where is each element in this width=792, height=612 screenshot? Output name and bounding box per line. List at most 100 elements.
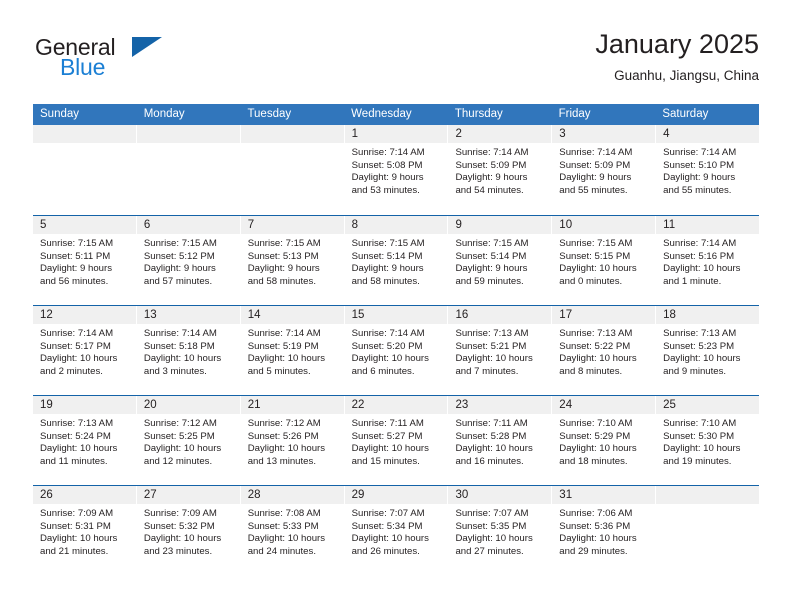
daylight-text-cont: and 24 minutes. bbox=[247, 545, 316, 557]
day-details: Sunrise: 7:11 AM Sunset: 5:27 PM Daylight:… bbox=[345, 414, 448, 468]
day-number-band: 3 bbox=[552, 125, 656, 143]
daylight-text: Daylight: 9 hours bbox=[351, 172, 424, 184]
day-details: Sunrise: 7:12 AM Sunset: 5:26 PM Daylight:… bbox=[241, 414, 344, 468]
day-number-band: 13 bbox=[136, 306, 240, 324]
daylight-text: Daylight: 9 hours bbox=[455, 263, 528, 275]
day-details: Sunrise: 7:15 AM Sunset: 5:12 PM Daylight:… bbox=[137, 234, 240, 288]
sunset-text: Sunset: 5:10 PM bbox=[663, 159, 735, 171]
day-details: Sunrise: 7:15 AM Sunset: 5:13 PM Daylight:… bbox=[241, 234, 344, 288]
day-number-band bbox=[656, 486, 760, 504]
day-cell[interactable]: 26 Sunrise: 7:09 AM Sunset: 5:31 PM Dayligh… bbox=[33, 486, 137, 575]
daylight-text: Daylight: 10 hours bbox=[40, 533, 118, 545]
day-number: 13 bbox=[143, 309, 157, 321]
sunset-text: Sunset: 5:22 PM bbox=[559, 340, 631, 352]
sunrise-text: Sunrise: 7:10 AM bbox=[663, 418, 737, 429]
day-cell[interactable]: 16 Sunrise: 7:13 AM Sunset: 5:21 PM Dayligh… bbox=[448, 306, 553, 395]
day-cell[interactable]: 20 Sunrise: 7:12 AM Sunset: 5:25 PM Dayligh… bbox=[136, 396, 241, 485]
day-number: 24 bbox=[559, 399, 573, 411]
day-number: 10 bbox=[559, 219, 573, 231]
day-cell[interactable]: 8 Sunrise: 7:15 AM Sunset: 5:14 PM Daylight… bbox=[344, 216, 449, 305]
day-cell[interactable]: 23 Sunrise: 7:11 AM Sunset: 5:28 PM Dayligh… bbox=[448, 396, 553, 485]
day-details: Sunrise: 7:08 AM Sunset: 5:33 PM Daylight:… bbox=[241, 504, 344, 558]
day-cell[interactable]: 10 Sunrise: 7:15 AM Sunset: 5:15 PM Dayligh… bbox=[552, 216, 657, 305]
daylight-text: Daylight: 9 hours bbox=[40, 263, 112, 275]
daylight-text: Daylight: 10 hours bbox=[559, 263, 637, 275]
day-cell[interactable]: 7 Sunrise: 7:15 AM Sunset: 5:13 PM Daylight… bbox=[240, 216, 345, 305]
sunset-text: Sunset: 5:11 PM bbox=[40, 250, 111, 262]
day-details: Sunrise: 7:14 AM Sunset: 5:10 PM Daylight:… bbox=[656, 143, 759, 197]
day-cell[interactable]: 5 Sunrise: 7:15 AM Sunset: 5:11 PM Daylight… bbox=[33, 216, 137, 305]
sunrise-text: Sunrise: 7:09 AM bbox=[40, 508, 114, 519]
day-number-band: 31 bbox=[552, 486, 656, 504]
day-cell[interactable]: 3 Sunrise: 7:14 AM Sunset: 5:09 PM Daylight… bbox=[552, 125, 657, 215]
day-details: Sunrise: 7:13 AM Sunset: 5:22 PM Daylight:… bbox=[552, 324, 655, 378]
sunrise-text: Sunrise: 7:15 AM bbox=[40, 238, 114, 249]
sunset-text: Sunset: 5:08 PM bbox=[351, 159, 423, 171]
day-number-band bbox=[136, 125, 240, 143]
day-details bbox=[241, 143, 344, 147]
daylight-text: Daylight: 10 hours bbox=[143, 443, 222, 455]
daylight-text: Daylight: 10 hours bbox=[455, 353, 533, 365]
sunset-text: Sunset: 5:27 PM bbox=[351, 430, 423, 442]
sunrise-text: Sunrise: 7:10 AM bbox=[559, 418, 633, 429]
day-cell[interactable]: 4 Sunrise: 7:14 AM Sunset: 5:10 PM Daylight… bbox=[656, 125, 760, 215]
weekday-header-row: Sunday Monday Tuesday Wednesday Thursday Frid… bbox=[33, 104, 759, 125]
day-number-band: 7 bbox=[240, 216, 344, 234]
day-cell[interactable]: 31 Sunrise: 7:06 AM Sunset: 5:36 PM Dayligh… bbox=[552, 486, 657, 575]
day-number-band: 8 bbox=[344, 216, 448, 234]
day-cell[interactable]: 11 Sunrise: 7:14 AM Sunset: 5:16 PM Dayligh… bbox=[656, 216, 760, 305]
daylight-text-cont: and 29 minutes. bbox=[559, 545, 628, 557]
sunrise-text: Sunrise: 7:15 AM bbox=[247, 238, 321, 249]
day-number-band: 28 bbox=[240, 486, 344, 504]
day-number-band: 27 bbox=[136, 486, 240, 504]
day-cell[interactable]: 6 Sunrise: 7:15 AM Sunset: 5:12 PM Daylight… bbox=[136, 216, 241, 305]
daylight-text-cont: and 58 minutes. bbox=[247, 275, 316, 287]
day-number: 19 bbox=[40, 399, 53, 411]
sunset-text: Sunset: 5:23 PM bbox=[663, 340, 735, 352]
day-cell[interactable]: 19 Sunrise: 7:13 AM Sunset: 5:24 PM Dayligh… bbox=[33, 396, 137, 485]
daylight-text-cont: and 55 minutes. bbox=[663, 184, 732, 196]
day-details: Sunrise: 7:15 AM Sunset: 5:15 PM Daylight:… bbox=[552, 234, 655, 288]
day-cell[interactable]: 30 Sunrise: 7:07 AM Sunset: 5:35 PM Dayligh… bbox=[448, 486, 553, 575]
day-cell-empty bbox=[240, 125, 345, 215]
sunset-text: Sunset: 5:16 PM bbox=[663, 250, 735, 262]
day-number-band: 23 bbox=[448, 396, 552, 414]
generalblue-logo[interactable]: General Blue bbox=[33, 34, 213, 90]
sunrise-text: Sunrise: 7:11 AM bbox=[455, 418, 528, 429]
daylight-text-cont: and 8 minutes. bbox=[559, 365, 623, 377]
day-cell[interactable]: 13 Sunrise: 7:14 AM Sunset: 5:18 PM Dayligh… bbox=[136, 306, 241, 395]
day-cell[interactable]: 27 Sunrise: 7:09 AM Sunset: 5:32 PM Dayligh… bbox=[136, 486, 241, 575]
day-cell[interactable]: 12 Sunrise: 7:14 AM Sunset: 5:17 PM Dayligh… bbox=[33, 306, 137, 395]
day-number-band: 9 bbox=[448, 216, 552, 234]
day-cell[interactable]: 2 Sunrise: 7:14 AM Sunset: 5:09 PM Daylight… bbox=[448, 125, 553, 215]
day-details: Sunrise: 7:14 AM Sunset: 5:19 PM Daylight:… bbox=[241, 324, 344, 378]
day-number-band: 18 bbox=[656, 306, 760, 324]
day-details: Sunrise: 7:15 AM Sunset: 5:11 PM Daylight:… bbox=[33, 234, 136, 288]
day-details: Sunrise: 7:07 AM Sunset: 5:34 PM Daylight:… bbox=[345, 504, 448, 558]
day-cell[interactable]: 22 Sunrise: 7:11 AM Sunset: 5:27 PM Dayligh… bbox=[344, 396, 449, 485]
day-number: 3 bbox=[559, 128, 566, 140]
day-number: 25 bbox=[663, 399, 676, 411]
sunset-text: Sunset: 5:29 PM bbox=[559, 430, 631, 442]
day-cell[interactable]: 17 Sunrise: 7:13 AM Sunset: 5:22 PM Dayligh… bbox=[552, 306, 657, 395]
sunrise-text: Sunrise: 7:09 AM bbox=[143, 508, 217, 519]
daylight-text-cont: and 26 minutes. bbox=[351, 545, 420, 557]
day-cell[interactable]: 28 Sunrise: 7:08 AM Sunset: 5:33 PM Dayligh… bbox=[240, 486, 345, 575]
day-cell[interactable]: 14 Sunrise: 7:14 AM Sunset: 5:19 PM Dayligh… bbox=[240, 306, 345, 395]
day-cell[interactable]: 15 Sunrise: 7:14 AM Sunset: 5:20 PM Dayligh… bbox=[344, 306, 449, 395]
day-number: 2 bbox=[455, 128, 462, 140]
day-cell[interactable]: 29 Sunrise: 7:07 AM Sunset: 5:34 PM Dayligh… bbox=[344, 486, 449, 575]
day-cell[interactable]: 24 Sunrise: 7:10 AM Sunset: 5:29 PM Dayligh… bbox=[552, 396, 657, 485]
day-cell[interactable]: 25 Sunrise: 7:10 AM Sunset: 5:30 PM Dayligh… bbox=[656, 396, 760, 485]
day-cell[interactable]: 1 Sunrise: 7:14 AM Sunset: 5:08 PM Daylight… bbox=[344, 125, 449, 215]
day-number: 14 bbox=[247, 309, 261, 321]
day-number: 31 bbox=[559, 489, 573, 501]
day-cell[interactable]: 9 Sunrise: 7:15 AM Sunset: 5:14 PM Daylight… bbox=[448, 216, 553, 305]
day-cell[interactable]: 21 Sunrise: 7:12 AM Sunset: 5:26 PM Dayligh… bbox=[240, 396, 345, 485]
sunset-text: Sunset: 5:12 PM bbox=[143, 250, 215, 262]
day-cell[interactable]: 18 Sunrise: 7:13 AM Sunset: 5:23 PM Dayligh… bbox=[656, 306, 760, 395]
sunset-text: Sunset: 5:32 PM bbox=[143, 520, 215, 532]
week-row: 5 Sunrise: 7:15 AM Sunset: 5:11 PM Daylight… bbox=[33, 215, 760, 305]
sunrise-text: Sunrise: 7:14 AM bbox=[663, 238, 737, 249]
daylight-text: Daylight: 10 hours bbox=[559, 533, 637, 545]
